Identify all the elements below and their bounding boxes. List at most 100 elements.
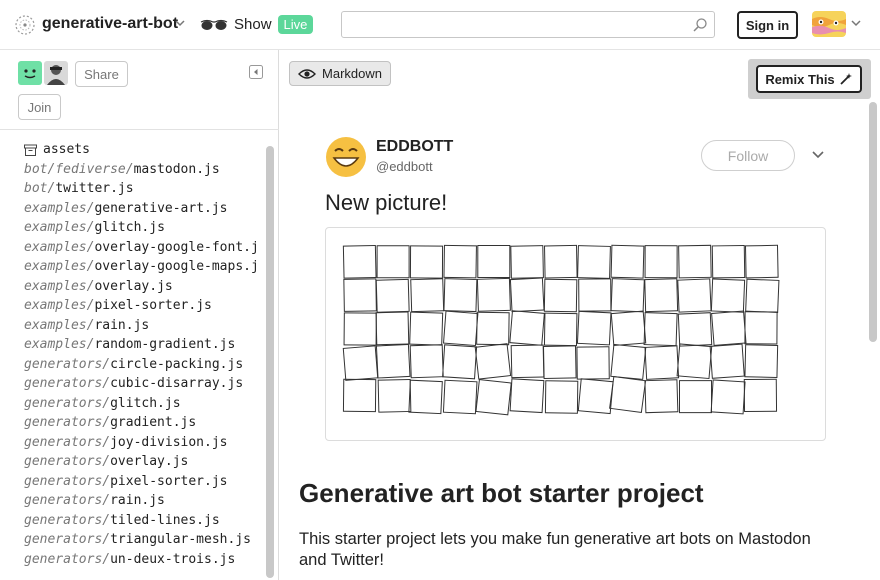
art-square — [744, 244, 779, 279]
art-square — [709, 343, 745, 379]
file-name: overlay-google-font.j — [94, 239, 259, 255]
art-square — [678, 380, 713, 414]
art-square — [610, 310, 647, 347]
file-item[interactable]: generators/rain.js — [0, 491, 264, 511]
chevron-down-icon[interactable] — [174, 16, 186, 30]
file-name: rain.js — [94, 317, 150, 333]
share-button[interactable]: Share — [75, 61, 128, 87]
emoji-avatar-icon — [326, 137, 366, 177]
file-name: triangular-mesh.js — [110, 532, 251, 547]
show-live-button[interactable]: Show Live — [200, 12, 314, 36]
file-item[interactable]: generators/pixel-sorter.js — [0, 472, 264, 492]
file-item[interactable]: generators/circle-packing.js — [0, 355, 264, 375]
art-square — [542, 345, 577, 380]
file-item[interactable]: examples/generative-art.js — [0, 199, 264, 219]
art-square — [744, 344, 779, 378]
file-item[interactable]: examples/random-gradient.js — [0, 335, 264, 355]
art-square — [578, 278, 612, 312]
file-name: gradient.js — [110, 415, 197, 430]
art-square — [711, 244, 746, 279]
art-square — [644, 379, 679, 414]
live-badge: Live — [277, 14, 314, 34]
file-directory: generators/ — [24, 473, 111, 489]
bot-avatar-icon[interactable] — [18, 61, 42, 85]
file-directory: generators/ — [24, 395, 111, 411]
file-item[interactable]: examples/pixel-sorter.js — [0, 296, 264, 316]
file-name: pixel-sorter.js — [110, 473, 228, 489]
art-square — [409, 344, 444, 379]
art-square — [643, 312, 678, 347]
art-square — [610, 244, 645, 279]
art-square — [375, 278, 410, 313]
file-name: overlay.js — [110, 454, 189, 469]
remix-button[interactable]: Remix This — [756, 65, 862, 93]
file-item[interactable]: examples/glitch.js — [0, 218, 264, 238]
art-square — [410, 278, 445, 313]
chevron-down-icon[interactable] — [850, 16, 862, 30]
file-item[interactable]: examples/overlay-google-maps.j — [0, 257, 264, 277]
art-square — [442, 310, 479, 347]
user-avatar-icon[interactable] — [812, 11, 846, 37]
file-item[interactable]: generators/gradient.js — [0, 413, 264, 433]
search-input[interactable] — [342, 12, 714, 37]
art-square — [375, 311, 410, 346]
file-name: overlay.js — [94, 278, 173, 294]
file-item[interactable]: bot/twitter.js — [0, 179, 264, 199]
file-directory: bot/fediverse/ — [24, 161, 134, 177]
file-item[interactable]: examples/overlay-google-font.j — [0, 238, 264, 258]
art-square — [510, 344, 545, 379]
project-name[interactable]: generative-art-bot — [42, 15, 178, 33]
art-square — [543, 312, 578, 347]
file-item[interactable]: generators/triangular-mesh.js — [0, 530, 264, 550]
chevron-down-icon[interactable] — [811, 149, 825, 161]
file-name: mastodon.js — [133, 161, 220, 177]
join-button[interactable]: Join — [18, 94, 61, 120]
file-item[interactable]: examples/overlay.js — [0, 277, 264, 297]
sidebar-scrollbar[interactable] — [266, 146, 274, 578]
file-name: joy-division.js — [110, 434, 228, 450]
collapse-sidebar-icon[interactable] — [249, 65, 263, 79]
file-directory: generators/ — [24, 454, 111, 469]
tweet-author-name[interactable]: EDDBOTT — [376, 138, 453, 156]
art-square — [509, 310, 545, 346]
search-icon[interactable] — [692, 17, 708, 33]
file-item[interactable]: generators/joy-division.js — [0, 433, 264, 453]
file-name: overlay-google-maps.j — [94, 259, 259, 274]
top-navigation-bar: generative-art-bot Show Live Sign in — [0, 0, 880, 50]
file-item[interactable]: generators/un-deux-trois.js — [0, 550, 264, 570]
markdown-toggle-button[interactable]: Markdown — [289, 61, 391, 86]
search-box[interactable] — [341, 11, 715, 38]
tweet-author-handle[interactable]: @eddbott — [376, 159, 433, 174]
file-item[interactable]: generators/tiled-lines.js — [0, 511, 264, 531]
file-item[interactable]: bot/fediverse/mastodon.js — [0, 160, 264, 180]
art-square — [710, 379, 746, 415]
file-item[interactable]: generators/overlay.js — [0, 452, 264, 472]
art-square — [342, 378, 377, 413]
main-scrollbar[interactable] — [869, 102, 877, 342]
art-square — [474, 343, 512, 380]
generated-art-image[interactable] — [325, 227, 826, 441]
art-square — [576, 346, 610, 380]
art-square — [510, 245, 544, 279]
art-square — [677, 312, 713, 347]
file-directory: examples/ — [24, 337, 95, 352]
art-square — [409, 245, 444, 279]
file-directory: generators/ — [24, 356, 111, 372]
sidebar: Share Join assets bot/fediverse/mastodon.… — [0, 50, 279, 580]
collaborator-avatar-icon[interactable] — [44, 61, 68, 85]
folder-name: assets — [43, 142, 90, 157]
file-directory: examples/ — [24, 259, 95, 274]
file-directory: generators/ — [24, 512, 111, 528]
art-square — [644, 278, 679, 313]
follow-button[interactable]: Follow — [701, 140, 795, 171]
project-logo-icon[interactable] — [14, 14, 36, 36]
main-pane: Markdown Remix This EDDBOTT @eddbott Fol… — [279, 50, 880, 580]
folder-item[interactable]: assets — [0, 140, 264, 160]
file-name: generative-art.js — [94, 200, 228, 216]
art-square — [577, 245, 611, 279]
sign-in-button[interactable]: Sign in — [737, 11, 798, 39]
file-item[interactable]: generators/cubic-disarray.js — [0, 374, 264, 394]
file-item[interactable]: examples/rain.js — [0, 316, 264, 336]
art-square — [711, 310, 747, 346]
file-item[interactable]: generators/glitch.js — [0, 394, 264, 414]
